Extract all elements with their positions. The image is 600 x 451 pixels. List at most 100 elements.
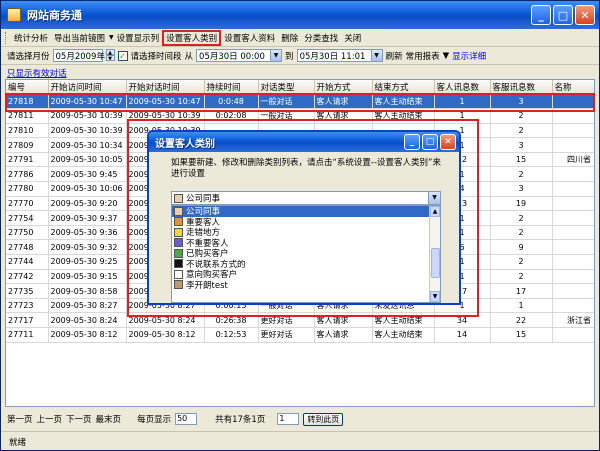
- table-cell: 2009-05-30 10:47: [126, 94, 205, 110]
- to-select[interactable]: 05月30日 11:01 ▼: [296, 49, 383, 62]
- chevron-down-icon[interactable]: ▼: [370, 50, 382, 61]
- table-cell: 3: [490, 94, 553, 110]
- table-cell: [552, 94, 594, 110]
- column-header[interactable]: 对话类型: [258, 80, 315, 95]
- table-cell: 27717: [6, 312, 49, 328]
- close-toolbar-button[interactable]: 关闭: [341, 31, 364, 45]
- column-header[interactable]: 结束方式: [372, 80, 435, 95]
- refresh-button[interactable]: 刷新: [386, 50, 403, 62]
- status-bar: 就绪: [1, 431, 599, 450]
- table-cell: 22: [490, 312, 553, 328]
- column-header[interactable]: 编号: [6, 80, 49, 95]
- table-cell: 一般对话: [258, 108, 315, 124]
- reports-menu[interactable]: 常用报表: [406, 50, 440, 62]
- table-cell: 浙江省: [552, 312, 594, 328]
- dialog-maximize-button[interactable]: □: [422, 134, 438, 150]
- dialog-title: 设置客人类别: [155, 138, 215, 150]
- table-cell: 3: [490, 137, 553, 153]
- table-cell: [552, 123, 594, 139]
- month-select[interactable]: 05月2009年: [52, 49, 105, 62]
- category-color-swatch: [174, 238, 183, 248]
- table-cell: 2009-05-30 9:20: [48, 196, 127, 212]
- next-page-button[interactable]: 下一页: [66, 413, 92, 425]
- category-select[interactable]: 公司同事 ▼: [171, 191, 441, 205]
- table-row[interactable]: 27717 2009-05-30 8:24 2009-05-30 8:24 0:26:…: [6, 312, 594, 328]
- delete-button[interactable]: 删除: [278, 31, 301, 45]
- scroll-thumb[interactable]: [431, 248, 440, 278]
- close-button[interactable]: ✕: [575, 5, 595, 25]
- column-header[interactable]: 开始对话时间: [126, 80, 205, 95]
- table-cell: [552, 210, 594, 226]
- title-bar[interactable]: 网站商务通 _ □ ✕: [1, 1, 599, 29]
- table-cell: [552, 108, 594, 124]
- table-cell: 1: [434, 108, 491, 124]
- category-color-swatch: [174, 193, 183, 203]
- status-text: 就绪: [9, 437, 27, 448]
- column-header[interactable]: 客人讯息数: [434, 80, 491, 95]
- range-checkbox[interactable]: ✓: [117, 50, 128, 61]
- show-detail-link[interactable]: 显示详细: [452, 50, 486, 62]
- column-header[interactable]: 客服讯息数: [490, 80, 553, 95]
- toolbar-grip[interactable]: [5, 31, 8, 44]
- table-cell: 3: [490, 181, 553, 197]
- table-row[interactable]: 27711 2009-05-30 8:12 2009-05-30 8:12 0:12:…: [6, 327, 594, 343]
- table-cell: 27810: [6, 123, 49, 139]
- table-row[interactable]: 27818 2009-05-30 10:47 2009-05-30 10:47 0:0…: [6, 94, 594, 110]
- scroll-down-icon[interactable]: ▼: [430, 291, 440, 302]
- month-spinner[interactable]: ▲ ▼: [105, 49, 115, 62]
- valid-dialogs-filter-link[interactable]: 只显示有效对话: [7, 67, 67, 79]
- prev-page-button[interactable]: 上一页: [37, 413, 63, 425]
- table-cell: [552, 283, 594, 299]
- column-header[interactable]: 开始访问时间: [48, 80, 127, 95]
- table-cell: [552, 181, 594, 197]
- table-cell: 更好对话: [258, 327, 315, 343]
- minimize-button[interactable]: _: [531, 5, 551, 25]
- export-button[interactable]: 导出当前镜图: [51, 31, 108, 45]
- category-list[interactable]: 公司同事 重要客人 走错地方 不重要客人 已购买客户 不说联系方式的 意向购买客户 李开朗te…: [171, 205, 441, 303]
- category-list-scrollbar[interactable]: ▲ ▼: [429, 206, 440, 302]
- table-cell: 客人请求: [314, 108, 373, 124]
- page-input[interactable]: 1: [277, 413, 300, 425]
- column-header[interactable]: 开始方式: [314, 80, 373, 95]
- dialog-message: 如果要新建、修改和删除类别列表，请点击“系统设置--设置客人类别”来进行设置: [171, 158, 441, 179]
- set-columns-button[interactable]: 设置显示列: [114, 31, 163, 45]
- table-cell: 2009-05-30 9:15: [48, 269, 127, 285]
- chevron-down-icon[interactable]: ▼: [428, 192, 440, 204]
- scroll-up-icon[interactable]: ▲: [430, 206, 440, 217]
- stats-button[interactable]: 统计分析: [11, 31, 51, 45]
- set-guest-category-button[interactable]: 设置客人类别: [162, 29, 222, 46]
- dialog-minimize-button[interactable]: _: [404, 134, 420, 150]
- category-list-item[interactable]: 李开朗test: [172, 280, 440, 291]
- table-cell: 27786: [6, 166, 49, 183]
- dialog-title-bar[interactable]: 设置客人类别 _ □ ✕: [149, 132, 459, 152]
- table-cell: 2009-05-30 8:27: [48, 298, 127, 314]
- table-cell: 2009-05-30 10:47: [48, 94, 127, 110]
- table-cell: 27742: [6, 269, 49, 285]
- table-cell: 客人主动结束: [372, 327, 435, 343]
- reports-dropdown-icon[interactable]: ▼: [443, 51, 450, 61]
- maximize-button[interactable]: □: [553, 5, 573, 25]
- table-cell: [552, 166, 594, 183]
- table-row[interactable]: 27811 2009-05-30 10:39 2009-05-30 10:39 0:0…: [6, 108, 594, 124]
- from-select[interactable]: 05月30日 00:00 ▼: [196, 49, 283, 62]
- table-cell: 27809: [6, 137, 49, 153]
- per-page-input[interactable]: 50: [175, 413, 198, 425]
- goto-page-button[interactable]: 转到此页: [303, 412, 344, 426]
- table-cell: 14: [434, 327, 491, 343]
- category-search-button[interactable]: 分类查找: [301, 31, 341, 45]
- table-cell: 15: [490, 152, 553, 168]
- table-cell: 27750: [6, 225, 49, 241]
- table-cell: 客人请求: [314, 94, 373, 110]
- table-cell: 2: [490, 123, 553, 139]
- dialog-close-button[interactable]: ✕: [440, 134, 456, 150]
- column-header[interactable]: 持续时间: [204, 80, 259, 95]
- table-cell: 2009-05-30 9:37: [48, 210, 127, 226]
- table-cell: 1: [434, 94, 491, 110]
- first-page-button[interactable]: 第一页: [7, 413, 33, 425]
- column-header[interactable]: 名称: [552, 80, 594, 95]
- last-page-button[interactable]: 最末页: [96, 413, 122, 425]
- month-label: 请选择月份: [7, 51, 50, 62]
- set-guest-info-button[interactable]: 设置客人资料: [221, 31, 278, 45]
- chevron-down-icon[interactable]: ▼: [270, 50, 282, 61]
- table-cell: 2009-05-30 9:32: [48, 239, 127, 256]
